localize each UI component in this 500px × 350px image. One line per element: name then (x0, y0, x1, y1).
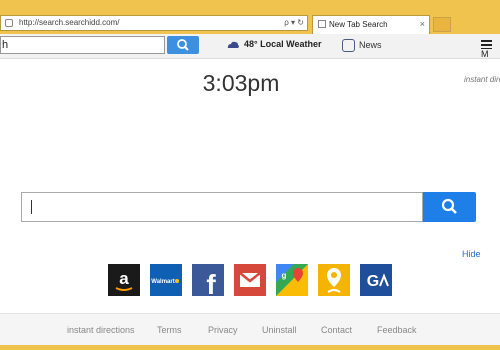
news-link[interactable]: News (342, 37, 382, 53)
tab-new-tab-search[interactable]: New Tab Search × (312, 15, 430, 34)
footer-link-terms[interactable]: Terms (157, 325, 182, 335)
main-search-button[interactable] (423, 192, 476, 222)
main-search-input[interactable] (21, 192, 423, 222)
amazon-icon[interactable]: a (108, 264, 140, 296)
address-bar[interactable]: http://search.searchidd.com/ ρ ▾ ↻ (0, 15, 308, 31)
weather-text: 48° Local Weather (244, 39, 322, 49)
page-icon (5, 19, 13, 27)
walmart-icon[interactable]: Walmart (150, 264, 182, 296)
weather-icon (227, 41, 239, 48)
facebook-icon[interactable]: f (192, 264, 224, 300)
local-weather-link[interactable]: 48° Local Weather (226, 39, 321, 50)
footer-link-privacy[interactable]: Privacy (208, 325, 238, 335)
svg-text:f: f (206, 269, 216, 296)
g-letter-icon: G (367, 273, 389, 290)
search-icon (441, 198, 457, 214)
toolbar-search-button[interactable] (167, 36, 199, 54)
search-icon (177, 39, 189, 51)
instant-directions-link[interactable]: instant dire (464, 75, 500, 84)
browser-chrome: http://search.searchidd.com/ ρ ▾ ↻ New T… (0, 0, 500, 34)
hide-link[interactable]: Hide (462, 249, 481, 259)
address-url: http://search.searchidd.com/ (19, 18, 120, 27)
maps-icon: g (276, 264, 308, 296)
window-border (0, 345, 500, 350)
mail-envelope-icon (239, 272, 261, 287)
footer-link-contact[interactable]: Contact (321, 325, 352, 335)
news-icon (342, 39, 355, 53)
facebook-logo-icon: f (206, 269, 216, 300)
walmart-logo-icon: Walmart (151, 279, 179, 285)
footer-link-feedback[interactable]: Feedback (377, 325, 417, 335)
new-tab-button[interactable] (433, 17, 451, 32)
hamburger-icon (481, 40, 492, 50)
directions-icon[interactable] (318, 264, 350, 296)
extension-toolbar: h 48° Local Weather News M (0, 34, 500, 59)
tab-close-icon[interactable]: × (420, 16, 425, 33)
shortcut-tiles: a Walmart f g G (108, 264, 396, 300)
svg-text:a: a (119, 269, 129, 288)
svg-text:g: g (282, 271, 287, 280)
menu-button[interactable]: M (481, 39, 500, 59)
svg-text:G: G (367, 273, 379, 290)
news-label: News (359, 40, 382, 50)
tab-title: New Tab Search (329, 20, 388, 29)
clock: 3:03pm (202, 70, 280, 96)
tab-page-icon (318, 20, 326, 28)
gmail-icon[interactable] (234, 264, 266, 296)
text-caret (31, 200, 32, 214)
g-logo-icon[interactable]: G (360, 264, 392, 296)
svg-text:Walmart: Walmart (151, 279, 174, 285)
location-pin-icon (327, 268, 341, 293)
menu-label: M (481, 49, 489, 60)
toolbar-search-input[interactable]: h (0, 36, 165, 54)
google-maps-icon[interactable]: g (276, 264, 308, 296)
footer: instant directions Terms Privacy Uninsta… (0, 313, 500, 346)
footer-link-uninstall[interactable]: Uninstall (262, 325, 297, 335)
footer-link-instant-directions[interactable]: instant directions (67, 325, 135, 335)
amazon-logo-icon: a (115, 269, 133, 291)
address-controls[interactable]: ρ ▾ ↻ (284, 16, 304, 30)
